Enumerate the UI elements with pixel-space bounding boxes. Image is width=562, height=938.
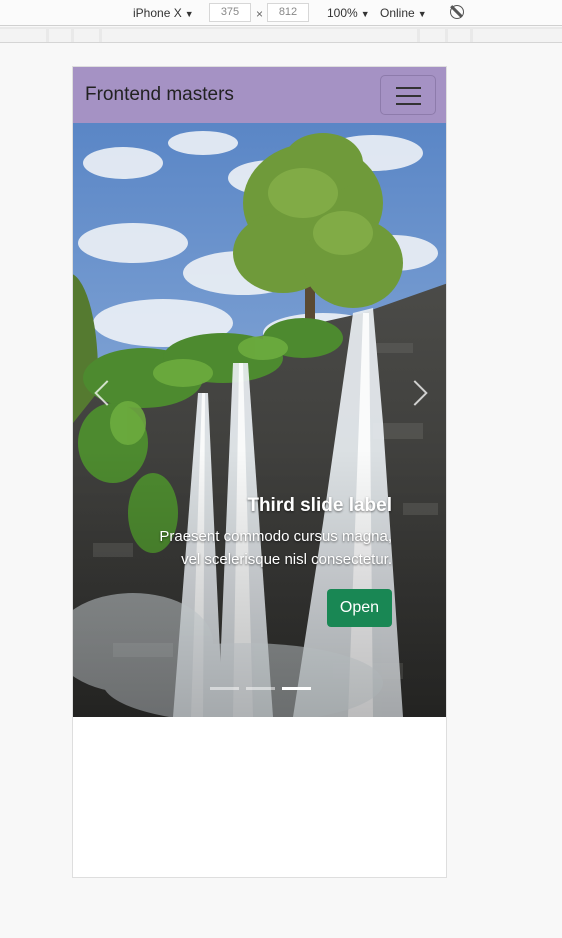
caption-title: Third slide label [247, 495, 392, 516]
carousel-indicator-1[interactable] [210, 687, 239, 690]
device-select[interactable]: iPhone X ▼ [133, 5, 194, 22]
hamburger-icon [396, 87, 421, 89]
ruler-segment[interactable] [0, 29, 46, 42]
zoom-select[interactable]: 100% ▼ [327, 5, 370, 22]
carousel-indicator-3[interactable] [282, 687, 311, 690]
network-label: Online [380, 6, 415, 20]
carousel-caption: Third slide label Praesent commodo cursu… [102, 493, 392, 571]
device-select-label: iPhone X [133, 6, 182, 20]
caption-text-line: Praesent commodo cursus magna, [159, 528, 392, 545]
ruler-segment[interactable] [473, 29, 562, 42]
open-button[interactable]: Open [327, 589, 392, 627]
network-throttle-select[interactable]: Online ▼ [380, 5, 427, 22]
rotate-icon[interactable] [450, 5, 464, 19]
chevron-down-icon: ▼ [184, 9, 194, 19]
ruler-segment[interactable] [102, 29, 417, 42]
ruler-segment[interactable] [448, 29, 470, 42]
carousel-next-icon[interactable] [409, 378, 429, 408]
viewport-width-input[interactable]: 375 [209, 3, 251, 22]
device-viewport: Frontend masters Third slide label Praes… [72, 66, 447, 878]
navbar-toggler-button[interactable] [380, 75, 436, 115]
devtools-device-toolbar: iPhone X ▼ 375 × 812 100% ▼ Online ▼ [0, 0, 562, 26]
navbar: Frontend masters [73, 67, 446, 123]
caption-text: Praesent commodo cursus magna, vel scele… [102, 525, 392, 571]
chevron-down-icon: ▼ [360, 9, 370, 19]
zoom-label: 100% [327, 6, 358, 20]
navbar-brand[interactable]: Frontend masters [85, 83, 234, 107]
carousel-indicator-2[interactable] [246, 687, 275, 690]
hamburger-icon [396, 103, 421, 105]
media-query-ruler [0, 27, 562, 43]
ruler-segment[interactable] [49, 29, 71, 42]
dimension-separator: × [256, 7, 264, 21]
ruler-segment[interactable] [74, 29, 99, 42]
carousel-prev-icon[interactable] [93, 378, 113, 408]
ruler-segment[interactable] [420, 29, 445, 42]
chevron-down-icon: ▼ [417, 9, 427, 19]
hamburger-icon [396, 95, 421, 97]
caption-text-line: vel scelerisque nisl consectetur. [181, 551, 392, 568]
carousel: Third slide label Praesent commodo cursu… [73, 123, 446, 717]
waterfall-slide-image [73, 123, 446, 717]
viewport-height-input[interactable]: 812 [267, 3, 309, 22]
